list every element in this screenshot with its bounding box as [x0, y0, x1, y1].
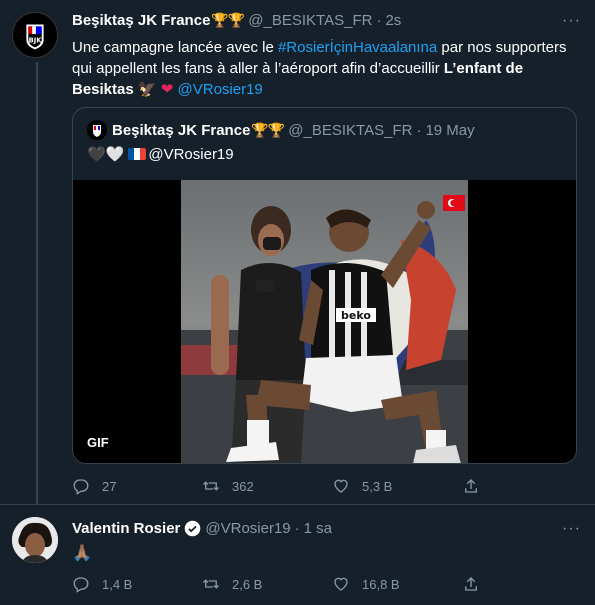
quote-text: 🖤🤍 @VRosier19 — [87, 145, 234, 164]
heart-icon: ❤ — [160, 81, 174, 98]
mention-link[interactable]: @VRosier19 — [148, 146, 233, 163]
more-icon[interactable]: ··· — [562, 12, 581, 30]
retweet-icon — [203, 579, 219, 589]
share-button[interactable] — [462, 477, 502, 495]
reply-icon — [73, 577, 89, 593]
praying-hands-icon: 🙏🏽 — [72, 545, 92, 562]
reply-button[interactable]: 27 — [72, 477, 202, 495]
handle[interactable]: @_BESIKTAS_FR — [248, 12, 372, 29]
trophy-icon: 🏆🏆 — [251, 121, 285, 138]
separator-dot: · — [416, 121, 422, 139]
avatar[interactable]: BJK — [12, 12, 58, 58]
hearts-icon: 🖤🤍 — [87, 146, 125, 163]
like-icon — [334, 577, 348, 591]
text-part: Une campagne lancée avec le — [72, 39, 278, 56]
separator-dot: · — [376, 12, 382, 29]
like-count: 5,3 B — [362, 478, 393, 494]
display-name[interactable]: Beşiktaş JK France — [112, 122, 250, 139]
reply-count: 27 — [102, 478, 117, 494]
timestamp[interactable]: 2s — [385, 12, 401, 29]
tweet-text: Une campagne lancée avec le #RosierİçinH… — [72, 37, 577, 100]
eagle-icon: 🦅 — [137, 81, 157, 98]
tweet-actions: 1,4 B 2,6 B 16,8 B — [72, 575, 512, 593]
tweet-besiktas[interactable]: BJK Beşiktaş JK France 🏆🏆 @_BESIKTAS_FR … — [0, 0, 595, 505]
svg-text:beko: beko — [341, 309, 371, 322]
retweet-count: 362 — [232, 478, 254, 494]
share-button[interactable] — [462, 575, 502, 593]
gif-badge: GIF — [87, 435, 109, 450]
hashtag-link[interactable]: #RosierİçinHavaalanına — [278, 39, 437, 56]
display-name[interactable]: Beşiktaş JK France — [72, 12, 210, 29]
tweet-header: Valentin Rosier @VRosier19 · 1 sa — [72, 520, 332, 537]
mention-link[interactable]: @VRosier19 — [178, 81, 263, 98]
gif-image: beko — [181, 180, 468, 463]
like-icon — [334, 479, 348, 493]
timestamp[interactable]: 1 sa — [304, 520, 332, 537]
reply-button[interactable]: 1,4 B — [72, 575, 202, 593]
share-icon — [465, 479, 477, 493]
retweet-button[interactable]: 362 — [202, 477, 332, 495]
share-icon — [465, 577, 477, 591]
timestamp[interactable]: 19 May — [425, 122, 474, 139]
more-icon[interactable]: ··· — [562, 520, 581, 538]
quoted-tweet[interactable]: Beşiktaş JK France 🏆🏆 @_BESIKTAS_FR · 19… — [72, 107, 577, 464]
besiktas-logo-icon: BJK — [13, 13, 57, 57]
retweet-count: 2,6 B — [232, 576, 263, 592]
svg-text:BJK: BJK — [29, 37, 43, 45]
handle[interactable]: @_BESIKTAS_FR — [288, 122, 412, 139]
quote-header: Beşiktaş JK France 🏆🏆 @_BESIKTAS_FR · 19… — [87, 120, 475, 140]
like-button[interactable]: 5,3 B — [332, 477, 462, 495]
reply-count: 1,4 B — [102, 576, 133, 592]
like-count: 16,8 B — [362, 576, 400, 592]
france-flag-icon — [128, 148, 147, 160]
gif-media[interactable]: beko GIF — [73, 180, 576, 463]
thread-line — [36, 62, 38, 505]
retweet-button[interactable]: 2,6 B — [202, 575, 332, 593]
besiktas-logo-icon — [87, 120, 107, 140]
profile-photo-icon — [12, 517, 58, 563]
verified-icon — [184, 520, 201, 537]
like-button[interactable]: 16,8 B — [332, 575, 462, 593]
reply-icon — [73, 479, 89, 495]
retweet-icon — [203, 481, 219, 491]
separator-dot: · — [294, 520, 300, 537]
display-name[interactable]: Valentin Rosier — [72, 520, 180, 537]
trophy-icon: 🏆🏆 — [211, 12, 245, 28]
avatar[interactable] — [12, 517, 58, 563]
tweet-actions: 27 362 5,3 B — [72, 477, 512, 495]
handle[interactable]: @VRosier19 — [205, 520, 290, 537]
tweet-header: Beşiktaş JK France 🏆🏆 @_BESIKTAS_FR · 2s — [72, 12, 401, 29]
